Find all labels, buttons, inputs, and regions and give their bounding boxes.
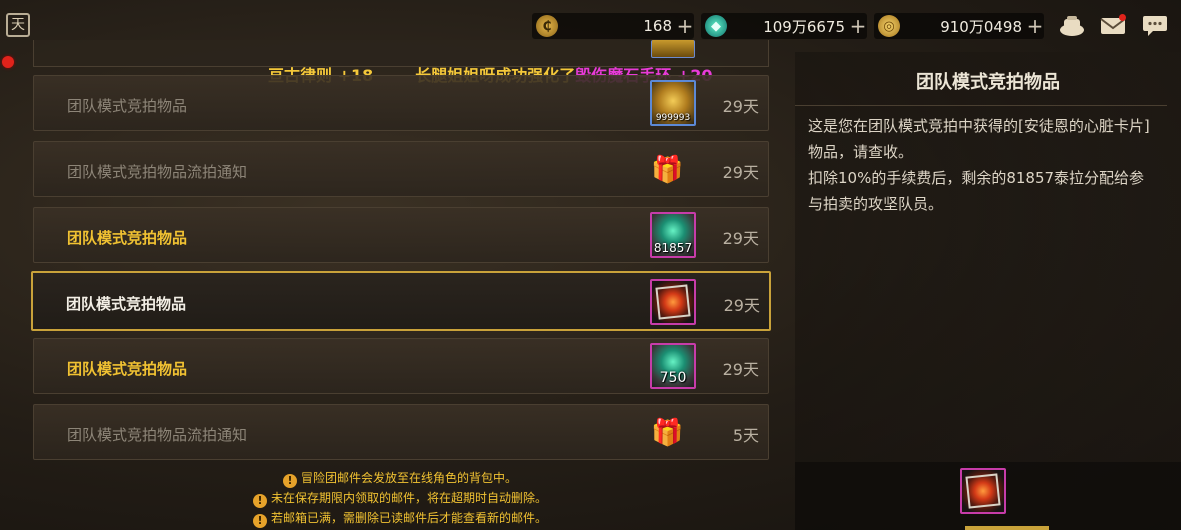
mail-days-remaining: 29天 <box>722 229 759 248</box>
mail-days-remaining: 29天 <box>722 360 759 379</box>
mail-row[interactable]: 团队模式竞拍物品 999993 29天 <box>33 75 769 131</box>
claim-button-edge[interactable] <box>965 526 1049 530</box>
mail-detail-line-2: 扣除10%的手续费后，剩余的81857泰拉分配给参与拍卖的攻坚队员。 <box>808 169 1145 213</box>
mail-days-remaining: 29天 <box>722 97 759 116</box>
mail-row[interactable]: 团队模式竞拍物品流拍通知 🎁 5天 <box>33 404 769 460</box>
mail-row[interactable]: 团队模式竞拍物品 81857 29天 <box>33 207 769 263</box>
mail-row[interactable]: 团队模式竞拍物品 750 29天 <box>33 338 769 394</box>
coin-currency-value: 910万0498 <box>940 17 1022 36</box>
divider <box>795 105 1167 106</box>
footer-text-3: 若邮箱已满，需删除已读邮件后才能查看新的邮件。 <box>270 511 547 525</box>
gold-currency-display: ₵ 168 + <box>532 13 694 39</box>
attachment-quantity: 750 <box>659 370 687 386</box>
coin-currency-display: ◎ 910万0498 + <box>874 13 1044 39</box>
mail-title: 团队模式竞拍物品 <box>66 295 187 313</box>
crystal-currency-icon: ◆ <box>705 15 727 37</box>
mail-days-remaining: 29天 <box>723 296 760 315</box>
attachment-quantity: 81857 <box>653 241 693 255</box>
gold-currency-value: 168 <box>643 17 672 35</box>
mail-icon[interactable] <box>1099 13 1127 39</box>
gift-icon: 🎁 <box>651 418 684 448</box>
add-coin-button[interactable]: + <box>1026 16 1044 36</box>
footer-text-2: 未在保存期限内领取的邮件，将在超期时自动删除。 <box>270 491 547 505</box>
footer-text-1: 冒险团邮件会发放至在线角色的背包中。 <box>300 471 517 485</box>
crystal-currency-value: 109万6675 <box>763 17 845 36</box>
attachment-quantity: 999993 <box>655 113 691 123</box>
mail-detail-line-1: 这是您在团队模式竞拍中获得的[安徒恩的心脏卡片]物品，请查收。 <box>808 117 1150 161</box>
warning-icon: ! <box>282 474 297 488</box>
mail-title: 团队模式竞拍物品 <box>67 360 188 378</box>
gold-coins-attachment-icon: 999993 <box>650 80 696 126</box>
mail-detail-body: 这是您在团队模式竞拍中获得的[安徒恩的心脏卡片]物品，请查收。 扣除10%的手续… <box>808 113 1158 217</box>
mail-detail-panel: 团队模式竞拍物品 这是您在团队模式竞拍中获得的[安徒恩的心脏卡片]物品，请查收。… <box>795 52 1181 530</box>
gem-attachment-icon: 750 <box>650 343 696 389</box>
coin-currency-icon: ◎ <box>878 15 900 37</box>
warning-icon: ! <box>252 514 267 528</box>
chat-icon[interactable] <box>1141 13 1169 39</box>
heart-card-attachment-icon[interactable] <box>960 468 1006 514</box>
wallet-icon[interactable] <box>1058 13 1086 39</box>
gem-attachment-icon: 81857 <box>650 212 696 258</box>
footer-note-2: ! 未在保存期限内领取的邮件，将在超期时自动删除。 <box>0 489 800 508</box>
mail-detail-title: 团队模式竞拍物品 <box>916 72 1060 93</box>
footer-note-3: ! 若邮箱已满，需删除已读邮件后才能查看新的邮件。 <box>0 509 800 528</box>
mail-days-remaining: 29天 <box>722 163 759 182</box>
mail-title: 团队模式竞拍物品流拍通知 <box>67 163 248 181</box>
add-gold-button[interactable]: + <box>676 16 694 36</box>
heart-card-attachment-icon <box>650 279 696 325</box>
mail-notification-badge <box>1119 14 1126 21</box>
crystal-currency-display: ◆ 109万6675 + <box>701 13 867 39</box>
mail-row[interactable]: 团队模式竞拍物品流拍通知 🎁 29天 <box>33 141 769 197</box>
attachment-area <box>795 462 1181 530</box>
notification-dot <box>2 56 14 68</box>
mail-row-selected[interactable]: 团队模式竞拍物品 29天 <box>31 271 771 331</box>
gift-icon: 🎁 <box>651 155 684 185</box>
calendar-icon[interactable]: 天 <box>6 13 30 37</box>
mail-days-remaining: 5天 <box>732 426 759 445</box>
warning-icon: ! <box>252 494 267 508</box>
mail-title: 团队模式竞拍物品流拍通知 <box>67 426 248 444</box>
gold-currency-icon: ₵ <box>536 15 558 37</box>
mail-title: 团队模式竞拍物品 <box>67 97 188 115</box>
add-crystal-button[interactable]: + <box>849 16 867 36</box>
gold-attachment-icon <box>651 40 695 58</box>
footer-note-1: ! 冒险团邮件会发放至在线角色的背包中。 <box>0 469 800 488</box>
mail-title: 团队模式竞拍物品 <box>67 229 188 247</box>
